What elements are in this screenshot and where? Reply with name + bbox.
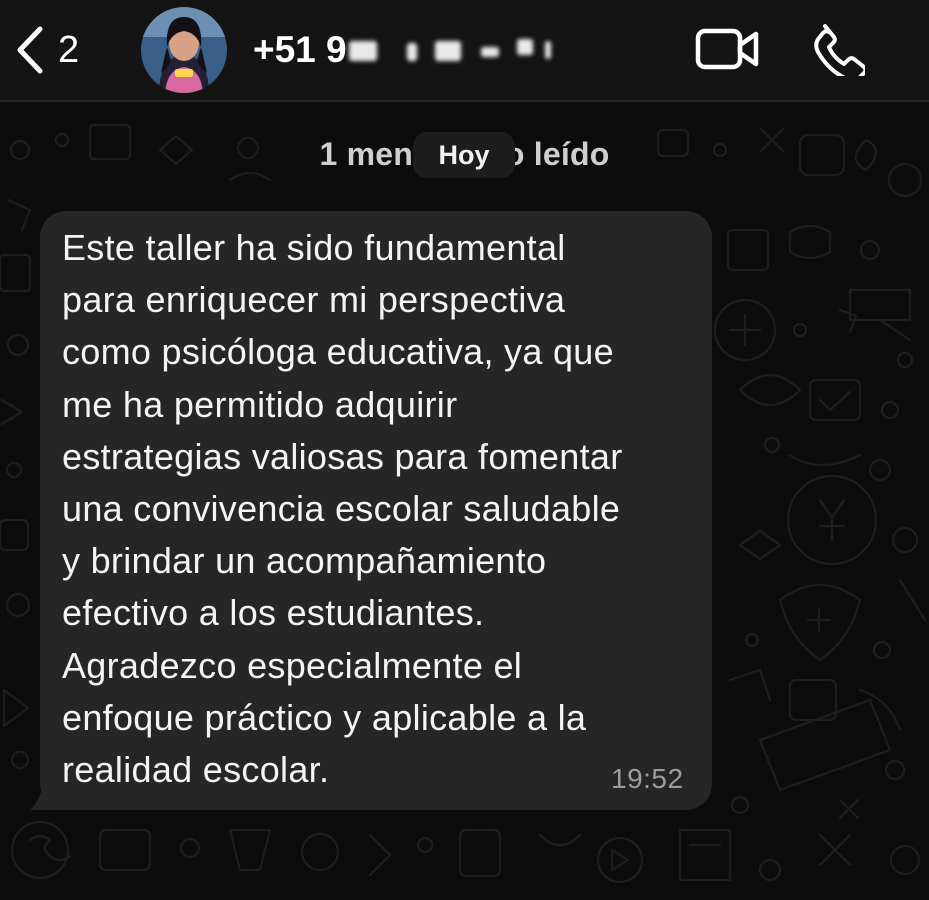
message-timestamp: 19:52 [611,763,684,794]
unread-chats-count: 2 [58,28,80,71]
avatar[interactable] [141,7,227,93]
chat-screen: 2 +51 9 1 mensaje leído Hoy Este taller … [0,0,929,900]
message-line: estrategias valiosas para fomentar [62,435,623,477]
chat-header: 2 +51 9 [0,0,929,102]
video-call-button[interactable] [695,26,759,72]
message-text: Este taller ha sido fundamental para enr… [62,222,702,796]
chevron-left-icon [17,26,43,74]
message-line: como psicóloga educativa, ya que [62,331,614,373]
message-line: enfoque práctico y aplicable a la [62,696,587,738]
message-line: efectivo a los estudiantes. [62,592,485,634]
phone-icon [814,24,868,83]
message-line: una convivencia escolar saludable [62,488,621,530]
date-chip: Hoy [413,132,515,178]
voice-call-button[interactable] [813,22,868,83]
message-line: para enriquecer mi perspectiva [62,279,566,321]
message-line: Este taller ha sido fundamental [62,227,566,268]
contact-name-text: +51 9 [253,29,347,70]
back-button[interactable]: 2 [14,22,79,78]
message-line: y brindar un acompañamiento [62,540,547,582]
avatar-photo [141,7,227,93]
redacted-number [348,33,551,67]
contact-name[interactable]: +51 9 [253,22,551,78]
video-camera-icon [695,28,759,70]
message-line: realidad escolar. [62,749,330,791]
message-line: me ha permitido adquirir [62,383,458,425]
message-line: Agradezco especialmente el [62,644,523,686]
